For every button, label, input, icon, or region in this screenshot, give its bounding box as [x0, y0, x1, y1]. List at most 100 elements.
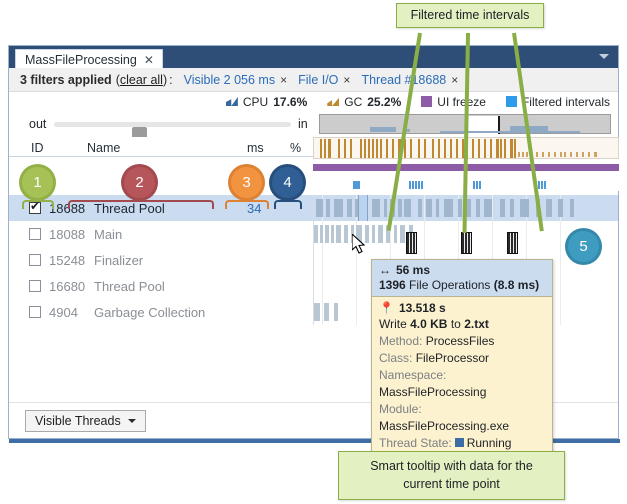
timeline-block [372, 225, 375, 243]
timeline-block [520, 199, 529, 217]
lane-gridline [322, 247, 323, 273]
filtered-interval-tick [412, 181, 414, 189]
timeline-block [426, 199, 432, 217]
filter-chip-fileio[interactable]: File I/O × [298, 73, 350, 87]
filtered-interval-marker[interactable] [461, 232, 472, 254]
chip-close-icon[interactable]: × [451, 73, 458, 87]
timeline-block [314, 225, 318, 243]
gc-activity-bar [350, 139, 352, 158]
thread-checkbox[interactable] [29, 280, 41, 292]
table-row[interactable]: 18088 Main [9, 221, 618, 247]
timeline-block [334, 199, 343, 217]
gc-activity-bar [514, 139, 516, 158]
tooltip-count-label: File Operations [409, 278, 491, 292]
chip-close-icon[interactable]: × [343, 73, 350, 87]
column-header-percent[interactable]: % [290, 141, 301, 155]
tooltip-method-row: Method: ProcessFiles [379, 333, 545, 350]
lane-gridline [458, 221, 459, 247]
tooltip-action-prefix: Write [379, 317, 407, 331]
thread-checkbox[interactable] [29, 228, 41, 240]
filtered-interval-tick [541, 181, 543, 189]
gc-activity-bar [418, 139, 420, 158]
visible-threads-label: Visible Threads [35, 413, 121, 428]
timeline-block [320, 225, 323, 243]
lane-gridline [560, 221, 561, 247]
timeline-block [510, 199, 514, 217]
gc-activity-bar [478, 139, 480, 158]
callout-smart-tooltip: Smart tooltip with data for the current … [338, 451, 565, 501]
ui-freeze-swatch [421, 96, 433, 107]
timeline-block [314, 303, 320, 321]
gc-activity-bar [522, 152, 524, 157]
chevron-down-icon[interactable] [599, 54, 609, 59]
chip-close-icon[interactable]: × [280, 73, 287, 87]
close-icon[interactable]: ✕ [144, 54, 154, 66]
cpu-chart-icon [225, 97, 238, 106]
lane-gridline [424, 195, 425, 221]
filtered-interval-tick [418, 181, 420, 189]
filtered-interval-marker[interactable] [507, 232, 518, 254]
timeline-block [458, 199, 462, 217]
document-tab[interactable]: MassFileProcessing ✕ [15, 49, 163, 68]
zoom-slider-track[interactable] [54, 122, 291, 145]
annotation-badge-2: 2 [124, 167, 155, 198]
chevron-down-icon [127, 418, 136, 423]
tooltip-count-row: 1396 File Operations (8.8 ms) [379, 278, 545, 292]
gc-activity-bar [364, 139, 366, 158]
lane-gridline [492, 221, 493, 247]
gc-activity-bar [526, 152, 528, 157]
annotation-badge-3: 3 [231, 167, 262, 198]
tooltip-time-row: 📍 13.518 s [379, 301, 545, 315]
gc-activity-bar [504, 139, 506, 158]
annotation-badge-5: 5 [568, 231, 599, 262]
tooltip-thread-state-value: Running [466, 436, 512, 451]
tooltip-count: 1396 [379, 278, 406, 292]
tooltip-module-row: Module: MassFileProcessing.exe [379, 401, 545, 435]
filtered-interval-marker[interactable] [406, 232, 417, 254]
thread-name: Garbage Collection [94, 304, 206, 320]
arrows-horizontal-icon: ↔ [379, 263, 391, 277]
document-tab-label: MassFileProcessing [25, 52, 137, 67]
timeline-block [384, 199, 387, 217]
timeline-block [558, 199, 563, 217]
gc-activity-bar [594, 152, 597, 157]
timeline-block [372, 199, 380, 217]
gc-activity-bar [554, 152, 556, 157]
timeline-block [347, 199, 352, 217]
timeline-block [324, 303, 329, 321]
column-header-ms[interactable]: ms [247, 141, 264, 155]
visible-threads-button[interactable]: Visible Threads [25, 409, 146, 432]
filter-bar: 3 filters applied (clear all) : Visible … [9, 68, 618, 92]
thread-id: 15248 [49, 252, 86, 268]
tooltip-action-mid: to [450, 317, 461, 331]
tooltip-class-key: Class: [379, 351, 413, 366]
clear-all-link[interactable]: clear all [120, 73, 163, 87]
filter-chip-visible[interactable]: Visible 2 056 ms × [184, 73, 288, 87]
tooltip-action-size: 4.0 KB [410, 317, 448, 331]
filtered-interval-tick [544, 181, 546, 189]
column-header-id[interactable]: ID [31, 141, 44, 155]
timeline-block [334, 303, 338, 321]
tooltip-count-detail: (8.8 ms) [493, 278, 540, 292]
timeline-block [444, 199, 453, 217]
thread-checkbox[interactable] [29, 306, 41, 318]
gc-activity-bar [376, 139, 378, 158]
gc-activity-bar [320, 139, 322, 158]
annotation-bracket-ms [225, 200, 269, 209]
tooltip-action-target: 2.txt [464, 317, 489, 331]
legend-item-cpu: CPU 17.6% [225, 95, 307, 109]
filtered-interval-tick [415, 181, 417, 189]
gc-activity-bar [518, 152, 520, 157]
filter-count-label: 3 filters applied [20, 72, 112, 87]
thread-id: 16680 [49, 278, 86, 294]
gc-activity-bar [410, 139, 412, 158]
tooltip-duration: 56 ms [396, 263, 431, 277]
annotation-badge-1: 1 [22, 167, 53, 198]
gc-activity-bar [386, 139, 388, 158]
thread-checkbox[interactable] [29, 254, 41, 266]
filtered-interval-tick [473, 181, 475, 189]
tooltip-method-key: Method: [379, 334, 423, 348]
column-header-name[interactable]: Name [87, 141, 120, 155]
hovered-interval-highlight[interactable] [358, 195, 368, 221]
filtered-interval-tick [421, 181, 423, 189]
